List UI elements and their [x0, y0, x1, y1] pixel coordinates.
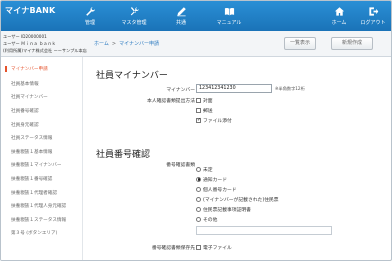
checkbox-label: 電子ファイル: [203, 246, 232, 251]
breadcrumb-current: マイナンバー申請: [119, 41, 159, 47]
radio-label: 未定: [203, 168, 213, 173]
sidebar-item-mynumber-request[interactable]: マイナンバー申請: [11, 66, 48, 72]
radio-other[interactable]: その他: [196, 216, 217, 223]
radio-button[interactable]: [196, 196, 201, 202]
breadcrumb-home-link[interactable]: ホーム: [94, 41, 109, 47]
list-view-button[interactable]: 一覧表示: [284, 37, 316, 50]
radio-label: (マイナンバーが記載された)住民票: [203, 198, 279, 203]
checkbox-label: 郵送: [203, 109, 213, 114]
logout-icon: [368, 6, 379, 17]
radio-label: 住民票記載事項証明書: [203, 208, 251, 213]
app-window: マイナBANK 管理 マスタ管理 共通 マニュアル ホーム ログアウト ユーザー…: [0, 0, 392, 261]
nav-label: マスタ管理: [121, 20, 147, 26]
sidebar-item-third-insured[interactable]: 第３号 (ボタンエリア): [11, 230, 57, 236]
radio-undecided[interactable]: 未定: [196, 166, 213, 173]
nav-admin[interactable]: 管理: [72, 5, 108, 29]
tools-icon: [129, 6, 140, 17]
sidebar-item-employee-status[interactable]: 社員ステータス情報: [11, 135, 52, 141]
nav-master[interactable]: マスタ管理: [114, 5, 154, 29]
sidebar-item-dependent1-status[interactable]: 扶養親族１ステータス情報: [11, 217, 66, 223]
method-face-to-face[interactable]: 対面: [196, 97, 213, 104]
sidebar-nav: マイナンバー申請 社員基本情報 社員マイナンバー 社員番号確認 社員身元確認 社…: [1, 57, 83, 260]
sidebar-item-employee-identity-check[interactable]: 社員身元確認: [11, 122, 39, 128]
radio-label: 個人番号カード: [203, 188, 237, 193]
breadcrumb-separator: >: [111, 41, 117, 47]
method-mail[interactable]: 郵送: [196, 107, 213, 114]
home-icon: [334, 6, 345, 17]
section-title-employee-mynumber: 社員マイナンバー: [96, 71, 168, 81]
radio-label: 通知カード: [203, 178, 227, 183]
checkbox-label: ファイル添付: [203, 119, 232, 124]
nav-manual[interactable]: マニュアル: [209, 5, 249, 29]
user-id: ユーザー ID20000001: [3, 34, 47, 39]
nav-label: 共通: [175, 20, 186, 26]
mynumber-input[interactable]: 123412341230: [196, 84, 272, 93]
checkbox-label: 対面: [203, 99, 213, 104]
radio-label: その他: [203, 218, 218, 223]
sidebar-item-dependent1-number-check[interactable]: 扶養親族１番号確認: [11, 176, 52, 182]
new-create-button[interactable]: 新規作成: [331, 37, 373, 50]
nav-label: マニュアル: [216, 20, 242, 26]
sidebar-item-dependent1-agent-check[interactable]: 扶養親族１代理者確認: [11, 190, 57, 196]
sidebar-item-employee-mynumber[interactable]: 社員マイナンバー: [11, 94, 48, 100]
checkbox-checked[interactable]: ✓: [196, 117, 201, 123]
mynumber-label: マイナンバー: [166, 88, 195, 93]
id-method-label: 本人確認書類提出方法: [147, 99, 195, 104]
other-detail-input[interactable]: [196, 226, 332, 235]
active-indicator: [5, 66, 7, 72]
checkbox[interactable]: [196, 107, 201, 113]
pen-icon: [176, 6, 187, 17]
user-info: ユーザー ID20000001 ユーザー Ｍｉｎａ ｂａｎｋ (利用所属)マイナ…: [3, 33, 87, 54]
breadcrumb: ホーム > マイナンバー申請: [94, 40, 159, 47]
storage-electronic-file[interactable]: 電子ファイル: [196, 244, 232, 251]
main-content: 社員マイナンバー マイナンバー 123412341230 ※半角数字12桁 本人…: [83, 57, 391, 260]
sidebar-item-employee-number-check[interactable]: 社員番号確認: [11, 108, 39, 114]
user-affiliation: (利用所属)マイナ株式会社 ーーサンプル本店ーー: [3, 48, 87, 53]
radio-button[interactable]: [196, 186, 201, 192]
radio-button-selected[interactable]: [196, 176, 201, 182]
nav-label: 管理: [84, 20, 95, 26]
sidebar-item-dependent1-mynumber[interactable]: 扶養親族１マイナンバー: [11, 162, 61, 168]
top-header: マイナBANK 管理 マスタ管理 共通 マニュアル ホーム ログアウト: [1, 1, 391, 31]
book-icon: [224, 6, 235, 17]
storage-label: 番号確認書類保存先: [151, 246, 195, 251]
section-title-number-check: 社員番号確認: [96, 150, 151, 160]
checkbox[interactable]: [196, 244, 201, 250]
nav-label: ホーム: [331, 20, 347, 26]
method-file-attach[interactable]: ✓ ファイル添付: [196, 117, 232, 124]
nav-logout[interactable]: ログアウト: [356, 5, 390, 29]
radio-resident-record[interactable]: (マイナンバーが記載された)住民票: [196, 196, 279, 203]
wrench-icon: [85, 6, 96, 17]
radio-button[interactable]: [196, 206, 201, 212]
sidebar-item-employee-basic[interactable]: 社員基本情報: [11, 81, 39, 87]
radio-button[interactable]: [196, 166, 201, 172]
radio-resident-certificate[interactable]: 住民票記載事項証明書: [196, 206, 251, 213]
nav-common[interactable]: 共通: [163, 5, 199, 29]
checkbox[interactable]: [196, 97, 201, 103]
radio-notification-card[interactable]: 通知カード: [196, 176, 227, 183]
nav-home[interactable]: ホーム: [325, 5, 353, 29]
sidebar-item-dependent1-agent-identity[interactable]: 扶養親族１代理人身元確認: [11, 203, 66, 209]
radio-individual-number-card[interactable]: 個人番号カード: [196, 186, 237, 193]
sidebar-item-dependent1-basic[interactable]: 扶養親族１基本情報: [11, 149, 52, 155]
user-name: ユーザー Ｍｉｎａ ｂａｎｋ: [3, 41, 56, 46]
radio-button[interactable]: [196, 216, 201, 222]
brand-logo: マイナBANK: [5, 6, 56, 15]
nav-label: ログアウト: [360, 20, 386, 26]
mynumber-note: ※半角数字12桁: [275, 86, 305, 91]
number-doc-label: 番号確認書類: [166, 163, 195, 168]
